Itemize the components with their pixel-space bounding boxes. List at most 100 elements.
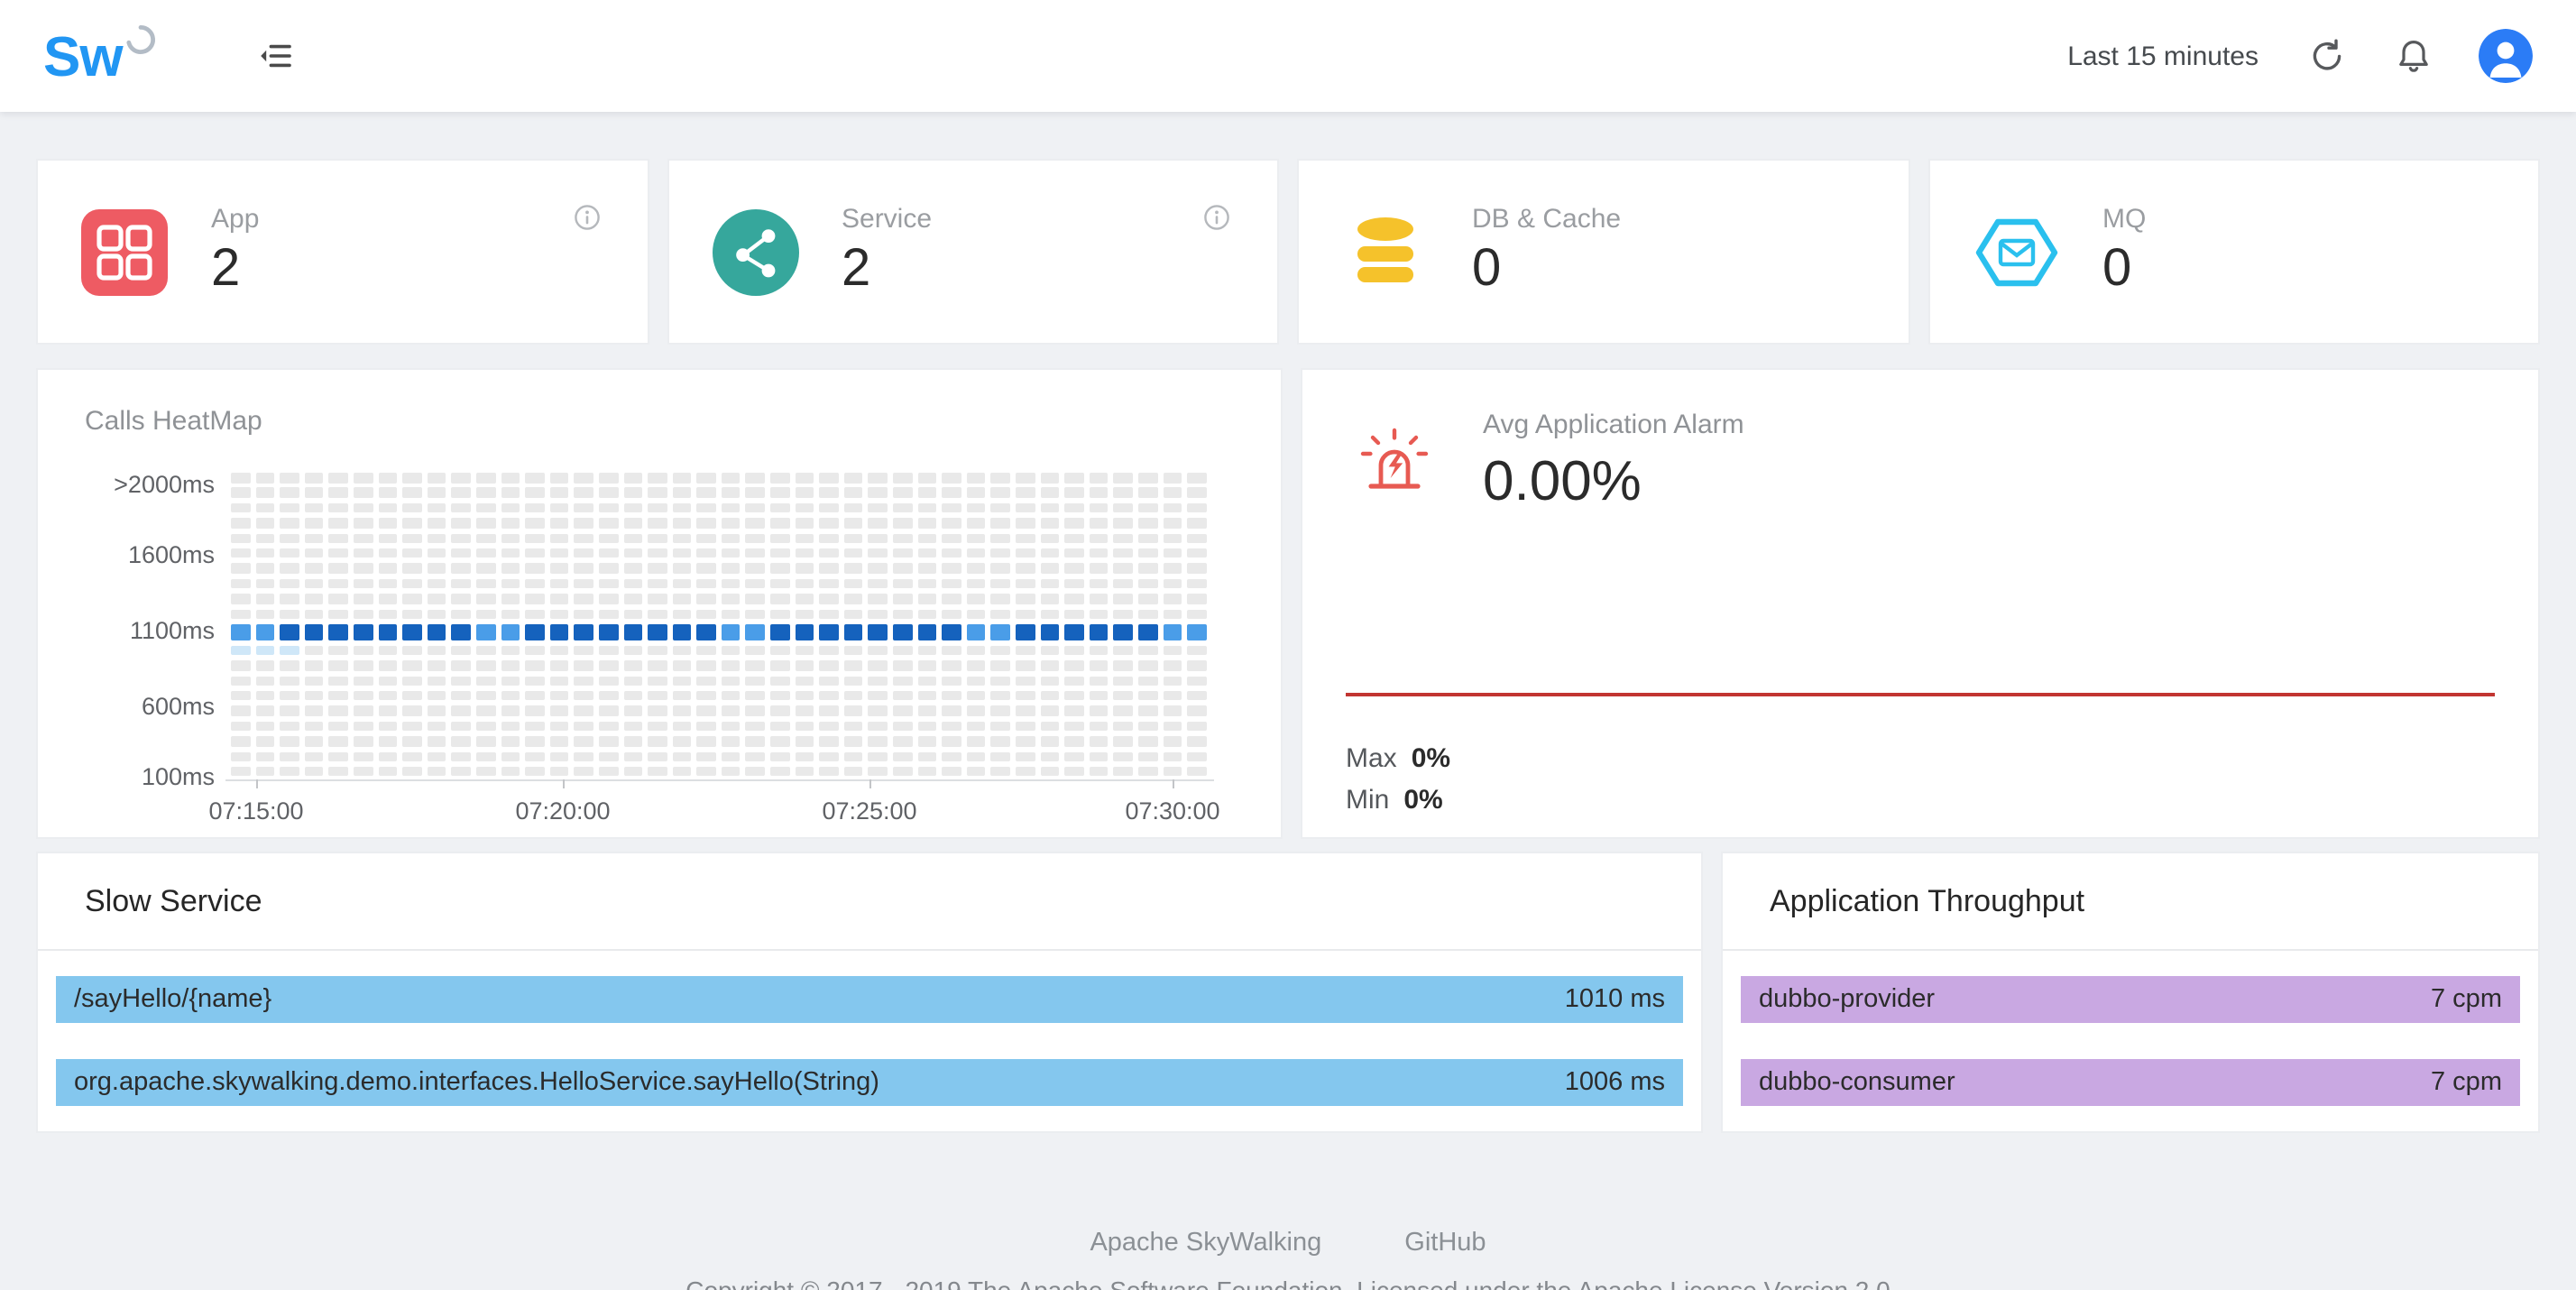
app-grid-icon (81, 208, 168, 295)
heatmap-cell (820, 578, 839, 588)
heatmap-cell (575, 722, 593, 732)
heatmap-cell (648, 736, 667, 746)
heatmap-cell (280, 624, 299, 640)
heatmap-cell (1114, 488, 1133, 498)
heatmap-cell (452, 736, 471, 746)
heatmap-cell (1016, 533, 1035, 543)
heatmap-cell (746, 691, 765, 701)
heatmap-cell (722, 503, 741, 513)
heatmap-cell (770, 518, 789, 528)
heatmap-cell (722, 676, 741, 686)
stat-card-mq[interactable]: MQ 0 (1927, 159, 2540, 345)
heatmap-cell (942, 488, 961, 498)
heatmap-cell (795, 736, 814, 746)
axis-tick (869, 779, 871, 788)
heatmap-cell (1016, 624, 1035, 640)
alarm-min-value: 0% (1403, 785, 1442, 815)
refresh-icon[interactable] (2309, 38, 2345, 74)
stat-text: Service 2 (842, 204, 932, 299)
heatmap-cell (820, 691, 839, 701)
heatmap-y-label: >2000ms (38, 471, 215, 500)
user-avatar[interactable] (2479, 29, 2533, 83)
heatmap-cell (795, 624, 814, 640)
heatmap-cell (697, 473, 716, 483)
heatmap-cell (402, 609, 421, 619)
info-icon[interactable] (573, 204, 600, 231)
heatmap-cell (549, 660, 568, 670)
menu-fold-icon[interactable] (258, 38, 294, 74)
heatmap-cell (795, 473, 814, 483)
heatmap-cell (255, 646, 274, 656)
heatmap-cell (820, 609, 839, 619)
heatmap-cell (1064, 594, 1083, 604)
heatmap-cell (770, 676, 789, 686)
heatmap-cell (452, 722, 471, 732)
heatmap-cell (231, 578, 250, 588)
heatmap-cell (1040, 594, 1059, 604)
heatmap-cell (1138, 706, 1157, 716)
heatmap-cell (1040, 736, 1059, 746)
heatmap-cell (575, 691, 593, 701)
heatmap-cell (255, 691, 274, 701)
heatmap-cell (820, 473, 839, 483)
skywalking-logo[interactable]: Sw (43, 28, 157, 84)
heatmap-cell (255, 473, 274, 483)
heatmap-cell (770, 503, 789, 513)
heatmap-cell (329, 751, 348, 761)
throughput-list: dubbo-provider 7 cpm dubbo-consumer 7 cp… (1723, 976, 2538, 1106)
throughput-row[interactable]: dubbo-consumer 7 cpm (1741, 1059, 2520, 1106)
heatmap-cell (255, 722, 274, 732)
heatmap-cell (917, 736, 936, 746)
bell-icon[interactable] (2396, 38, 2432, 74)
heatmap-cell (1163, 767, 1182, 777)
heatmap-row (231, 660, 1207, 670)
apache-skywalking-link[interactable]: Apache SkyWalking (1090, 1229, 1321, 1258)
heatmap-cell (1138, 736, 1157, 746)
heatmap-row (231, 518, 1207, 528)
slow-service-row[interactable]: org.apache.skywalking.demo.interfaces.He… (56, 1059, 1683, 1106)
heatmap-cell (476, 578, 495, 588)
slow-service-row[interactable]: /sayHello/{name} 1010 ms (56, 976, 1683, 1023)
heatmap-cell (255, 533, 274, 543)
throughput-row[interactable]: dubbo-provider 7 cpm (1741, 976, 2520, 1023)
heatmap-cell (452, 751, 471, 761)
heatmap-cell (452, 564, 471, 574)
heatmap-cell (820, 706, 839, 716)
time-range-selector[interactable]: Last 15 minutes (2067, 41, 2259, 71)
stat-card-app[interactable]: App 2 (36, 159, 649, 345)
heatmap-cell (893, 609, 912, 619)
heatmap-cell (869, 706, 888, 716)
heatmap-cell (1064, 722, 1083, 732)
heatmap-cell (1138, 594, 1157, 604)
heatmap-cell (991, 691, 1010, 701)
heatmap-cell (231, 533, 250, 543)
stat-card-service[interactable]: Service 2 (667, 159, 1279, 345)
heatmap-grid[interactable] (231, 473, 1207, 782)
heatmap-cell (1187, 533, 1206, 543)
heatmap-cell (501, 722, 520, 732)
heatmap-cell (967, 646, 986, 656)
heatmap-cell (525, 548, 544, 558)
heatmap-cell (820, 488, 839, 498)
heatmap-cell (795, 594, 814, 604)
heatmap-cell (354, 624, 373, 640)
heatmap-cell (329, 533, 348, 543)
heatmap-cell (1138, 473, 1157, 483)
stat-card-db-cache[interactable]: DB & Cache 0 (1297, 159, 1909, 345)
heatmap-cell (967, 736, 986, 746)
alarm-max-row: Max0% (1346, 738, 1450, 779)
service-name: /sayHello/{name} (74, 985, 271, 1014)
info-icon[interactable] (1203, 204, 1230, 231)
heatmap-cell (378, 533, 397, 543)
axis-tick (563, 779, 565, 788)
heatmap-cell (942, 736, 961, 746)
heatmap-cell (501, 676, 520, 686)
heatmap-cell (354, 736, 373, 746)
heatmap-cell (452, 578, 471, 588)
heatmap-cell (280, 767, 299, 777)
heatmap-cell (280, 722, 299, 732)
heatmap-cell (1090, 751, 1109, 761)
heatmap-cell (869, 660, 888, 670)
heatmap-cell (869, 767, 888, 777)
github-link[interactable]: GitHub (1404, 1229, 1486, 1258)
